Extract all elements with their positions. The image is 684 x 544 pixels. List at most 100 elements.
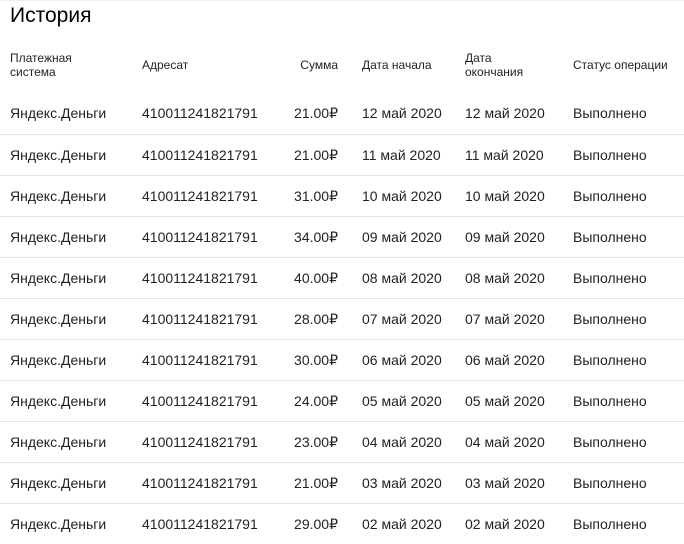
cell-status: Выполнено [573,175,684,217]
cell-status: Выполнено [573,380,684,422]
cell-recipient: 410011241821791 [142,298,275,340]
table-row: Яндекс.Деньги 410011241821791 24.00₽ 05 май… [0,380,684,422]
cell-payment-system: Яндекс.Деньги [0,216,142,258]
cell-start-date: 05 май 2020 [362,380,465,422]
cell-payment-system: Яндекс.Деньги [0,298,142,340]
cell-amount: 21.00₽ [275,462,338,504]
cell-spacer [338,89,362,135]
table-row: Яндекс.Деньги 410011241821791 40.00₽ 08 май… [0,257,684,299]
cell-end-date: 03 май 2020 [465,462,573,504]
cell-recipient: 410011241821791 [142,134,275,176]
table-row: Яндекс.Деньги 410011241821791 31.00₽ 10 май… [0,175,684,217]
cell-amount: 29.00₽ [294,515,338,532]
cell-recipient: 410011241821791 [142,515,258,532]
cell-end-date: 09 май 2020 [465,216,573,258]
table-row: Яндекс.Деньги 410011241821791 28.00₽ 07 май… [0,298,684,340]
cell-payment-system: Яндекс.Деньги [0,257,142,299]
cell-status: Выполнено [573,515,647,532]
cell-start-date: 11 май 2020 [362,134,465,176]
cell-payment-system: Яндекс.Деньги [0,134,142,176]
cell-payment-system: Яндекс.Деньги [0,462,142,504]
cell-payment-system: Яндекс.Деньги [0,380,142,422]
cell-status: Выполнено [573,134,684,176]
cell-end-date: 05 май 2020 [465,380,573,422]
cell-start-date: 04 май 2020 [362,421,465,463]
cell-status: Выполнено [573,216,684,258]
header-amount: Сумма [300,58,338,72]
cell-amount: 21.00₽ [275,89,338,135]
cell-end-date: 11 май 2020 [465,134,573,176]
header-start-date: Дата начала [362,58,432,72]
cell-amount: 31.00₽ [275,175,338,217]
history-table-header: Платежная система Адресат Сумма Дата нач… [0,41,684,89]
cell-spacer [338,421,362,463]
cell-spacer [338,503,362,544]
cell-end-date: 10 май 2020 [465,175,573,217]
cell-spacer [338,134,362,176]
cell-payment-system: Яндекс.Деньги [0,421,142,463]
cell-status: Выполнено [573,462,684,504]
cell-amount: 24.00₽ [275,380,338,422]
cell-amount: 28.00₽ [275,298,338,340]
cell-start-date: 06 май 2020 [362,339,465,381]
cell-amount: 23.00₽ [275,421,338,463]
cell-amount: 21.00₽ [275,134,338,176]
cell-payment-system: Яндекс.Деньги [0,89,142,135]
cell-start-date: 09 май 2020 [362,216,465,258]
cell-end-date: 06 май 2020 [465,339,573,381]
table-row: Яндекс.Деньги 410011241821791 21.00₽ 03 май… [0,462,684,504]
header-end-date: Дата окончания [465,41,573,89]
table-row: Яндекс.Деньги 410011241821791 29.00₽ 02 май… [0,503,684,544]
table-row: Яндекс.Деньги 410011241821791 34.00₽ 09 май… [0,216,684,258]
header-recipient: Адресат [142,58,189,72]
cell-recipient: 410011241821791 [142,216,275,258]
cell-recipient: 410011241821791 [142,462,275,504]
cell-payment-system: Яндекс.Деньги [0,339,142,381]
header-status: Статус операции [573,58,668,72]
cell-spacer [338,380,362,422]
cell-end-date: 08 май 2020 [465,257,573,299]
cell-recipient: 410011241821791 [142,380,275,422]
table-row: Яндекс.Деньги 410011241821791 21.00₽ 12 май… [0,89,684,135]
header-end-date-label: Дата окончания [465,51,524,79]
cell-spacer [338,257,362,299]
cell-start-date: 12 май 2020 [362,89,465,135]
cell-end-date: 04 май 2020 [465,421,573,463]
history-table-body: Яндекс.Деньги 410011241821791 21.00₽ 12 май… [0,89,684,544]
cell-spacer [338,462,362,504]
top-divider [0,0,684,1]
cell-spacer [338,339,362,381]
cell-status: Выполнено [573,339,684,381]
cell-recipient: 410011241821791 [142,339,275,381]
cell-status: Выполнено [573,257,684,299]
cell-spacer [338,216,362,258]
cell-end-date: 02 май 2020 [465,515,545,532]
cell-end-date: 12 май 2020 [465,89,573,135]
cell-amount: 34.00₽ [275,216,338,258]
history-table: Платежная система Адресат Сумма Дата нач… [0,41,684,544]
cell-status: Выполнено [573,298,684,340]
cell-amount: 40.00₽ [275,257,338,299]
cell-payment-system: Яндекс.Деньги [0,175,142,217]
cell-recipient: 410011241821791 [142,421,275,463]
table-row: Яндекс.Деньги 410011241821791 21.00₽ 11 май… [0,134,684,176]
cell-status: Выполнено [573,421,684,463]
cell-start-date: 03 май 2020 [362,462,465,504]
cell-end-date: 07 май 2020 [465,298,573,340]
header-spacer [338,41,362,89]
cell-spacer [338,298,362,340]
table-row: Яндекс.Деньги 410011241821791 23.00₽ 04 май… [0,421,684,463]
cell-recipient: 410011241821791 [142,257,275,299]
header-payment-system-label: Платежная система [10,51,72,79]
cell-start-date: 07 май 2020 [362,298,465,340]
cell-spacer [338,175,362,217]
table-row: Яндекс.Деньги 410011241821791 30.00₽ 06 май… [0,339,684,381]
cell-recipient: 410011241821791 [142,89,275,135]
cell-status: Выполнено [573,89,684,135]
cell-start-date: 02 май 2020 [362,515,442,532]
header-payment-system: Платежная система [0,41,142,89]
header-row: Платежная система Адресат Сумма Дата нач… [0,41,684,89]
cell-recipient: 410011241821791 [142,175,275,217]
cell-amount: 30.00₽ [275,339,338,381]
cell-start-date: 10 май 2020 [362,175,465,217]
